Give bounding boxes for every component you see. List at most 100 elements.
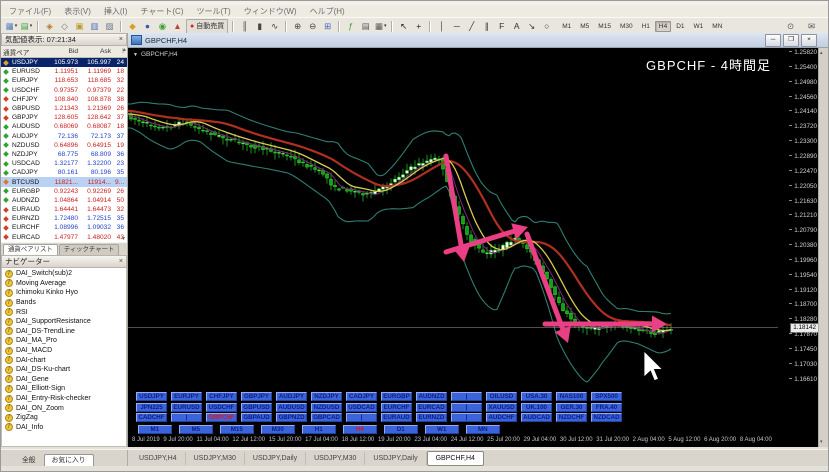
- restore-button[interactable]: ❐: [783, 33, 799, 47]
- price-chart[interactable]: ▼ GBPCHF,H4 GBPCHF - 4時間足 1.18142 1.2582…: [128, 48, 819, 447]
- pair-button[interactable]: AUDCAD: [521, 413, 552, 422]
- pair-button[interactable]: AUDJPY: [276, 392, 307, 401]
- zoom-out-icon[interactable]: ⊖: [306, 20, 319, 33]
- market-watch-row[interactable]: AUDNZD 1.04864 1.04914 50: [1, 196, 127, 205]
- navigator-toggle-icon[interactable]: ●: [141, 20, 154, 33]
- zoom-in-icon[interactable]: ⊕: [291, 20, 304, 33]
- timeframe-button[interactable]: MN: [466, 424, 500, 434]
- pair-button[interactable]: SPX500: [591, 392, 622, 401]
- panel-tab[interactable]: お気に入り: [43, 454, 94, 466]
- market-watch-row[interactable]: CHFJPY 108.840 108.878 38: [1, 95, 127, 104]
- market-watch-row[interactable]: NZDJPY 68.775 68.809 36: [1, 150, 127, 159]
- navigator-item[interactable]: ƒ DAI_Gene: [2, 375, 126, 385]
- toolbar-timeframe-h1[interactable]: H1: [638, 21, 654, 32]
- navigator-item[interactable]: ƒ DAI_SupportResistance: [2, 317, 126, 327]
- pair-button[interactable]: EURCHF: [381, 402, 412, 412]
- navigator-item[interactable]: ƒ DAI_Entry-Risk-checker: [2, 394, 126, 404]
- market-watch-row[interactable]: EURNZD 1.72480 1.72515 35: [1, 214, 127, 223]
- timeframe-button[interactable]: M1: [138, 424, 172, 434]
- toolbar-timeframe-m30[interactable]: M30: [616, 21, 637, 32]
- menu-item[interactable]: ウィンドウ(W): [244, 6, 297, 17]
- market-watch-row[interactable]: EURCHF 1.08996 1.09032 36: [1, 223, 127, 232]
- pair-button[interactable]: NZDCAD: [591, 413, 622, 422]
- market-watch-row[interactable]: NZDUSD 0.64896 0.64915 19: [1, 141, 127, 150]
- navigator-item[interactable]: ƒ DAI_Info: [2, 423, 126, 433]
- panel-tab[interactable]: 全般: [15, 455, 43, 466]
- pair-button[interactable]: AUDCHF: [486, 413, 517, 422]
- pair-button[interactable]: EURAUD: [381, 413, 412, 422]
- market-watch-tab[interactable]: ティックチャート: [58, 244, 120, 255]
- new-chart-icon[interactable]: ▦ ▾: [5, 20, 18, 33]
- navigator-item[interactable]: ƒ Ichimoku Kinko Hyo: [2, 288, 126, 298]
- chart-tab[interactable]: USDJPY,Daily: [365, 451, 427, 465]
- menu-item[interactable]: ファイル(F): [9, 6, 51, 17]
- arrow-tool-icon[interactable]: ↘: [525, 20, 538, 33]
- pair-button[interactable]: CADJPY: [346, 392, 377, 401]
- shapes-tool-icon[interactable]: ○: [540, 20, 553, 33]
- minimize-button[interactable]: ─: [765, 33, 781, 47]
- navigator-item[interactable]: ƒ DAI_ON_Zoom: [2, 403, 126, 413]
- navigator-item[interactable]: ƒ DAI_Switch(sub)2: [2, 269, 126, 279]
- navigator-item[interactable]: ƒ DAI_MA_Pro: [2, 336, 126, 346]
- timeframe-button[interactable]: M15: [220, 424, 254, 434]
- search-icon[interactable]: ⊙: [784, 20, 797, 33]
- market-watch-row[interactable]: AUDUSD 0.68069 0.68087 18: [1, 122, 127, 131]
- scroll-down-icon[interactable]: ▼: [121, 236, 126, 242]
- toolbar-timeframe-d1[interactable]: D1: [672, 21, 688, 32]
- menu-item[interactable]: 挿入(I): [104, 6, 128, 17]
- timeframe-button[interactable]: M5: [179, 424, 213, 434]
- market-watch-row[interactable]: USDCHF 0.97357 0.97379 22: [1, 86, 127, 95]
- pair-button[interactable]: GBPNZD: [276, 413, 307, 422]
- pair-button[interactable]: GBPCAD: [311, 413, 342, 422]
- pair-button[interactable]: NAS100: [556, 392, 587, 401]
- crosshair-tool-icon[interactable]: +: [412, 20, 425, 33]
- close-button[interactable]: ×: [801, 33, 817, 47]
- market-watch-row[interactable]: USDJPY 105.973 105.997 24: [1, 58, 127, 68]
- pair-button[interactable]: GBPJPY: [241, 392, 272, 401]
- pair-button[interactable]: GBPUSD: [241, 402, 272, 412]
- toolbar-timeframe-w1[interactable]: W1: [690, 21, 708, 32]
- market-watch-row[interactable]: EURGBP 0.92243 0.92269 26: [1, 187, 127, 196]
- timeframe-button[interactable]: H4: [343, 424, 377, 434]
- toolbar-timeframe-m1[interactable]: M1: [558, 21, 575, 32]
- pair-button[interactable]: NZDCHF: [556, 413, 587, 422]
- pair-button[interactable]: USA.30: [521, 392, 552, 401]
- trendline-icon[interactable]: ╱: [465, 20, 478, 33]
- pair-button[interactable]: CADCHF: [136, 413, 167, 422]
- pair-button[interactable]: NZDUSD: [311, 402, 342, 412]
- toolbar-timeframe-m5[interactable]: M5: [576, 21, 593, 32]
- chart-tab[interactable]: USDJPY,Daily: [245, 451, 307, 465]
- pair-button[interactable]: JPN225: [136, 402, 167, 412]
- data-window-icon[interactable]: ▨: [103, 20, 116, 33]
- market-watch-row[interactable]: GBPJPY 128.605 128.642 37: [1, 113, 127, 122]
- fibonacci-icon[interactable]: F: [495, 20, 508, 33]
- menu-item[interactable]: 表示(V): [64, 6, 91, 17]
- timeframe-button[interactable]: W1: [425, 424, 459, 434]
- chart-tab[interactable]: USDJPY,M30: [186, 451, 245, 465]
- tile-windows-icon[interactable]: ⊞: [321, 20, 334, 33]
- navigator-item[interactable]: ƒ DAI_Elliott-Sign: [2, 384, 126, 394]
- strategy-tester-icon[interactable]: ▲: [171, 20, 184, 33]
- navigator-item[interactable]: ƒ DAI_DS-Ku-chart: [2, 365, 126, 375]
- close-icon[interactable]: ×: [119, 258, 123, 265]
- navigator-item[interactable]: ƒ DAI_MACD: [2, 346, 126, 356]
- pair-button[interactable]: EURNZD: [416, 413, 447, 422]
- navigator-item[interactable]: ƒ Moving Average: [2, 279, 126, 289]
- pair-button[interactable]: GBPCHF: [206, 413, 237, 422]
- navigator-item[interactable]: ƒ RSI: [2, 307, 126, 317]
- line-chart-icon[interactable]: ∿: [268, 20, 281, 33]
- pair-button[interactable]: XAUUSD: [486, 402, 517, 412]
- vertical-line-icon[interactable]: │: [435, 20, 448, 33]
- timeframe-button[interactable]: M30: [261, 424, 295, 434]
- toolbar-timeframe-m15[interactable]: M15: [594, 21, 615, 32]
- autotrading-button[interactable]: ● 自動売買: [186, 18, 229, 34]
- candlestick-chart-icon[interactable]: ▮: [253, 20, 266, 33]
- bar-chart-icon[interactable]: ║: [238, 20, 251, 33]
- chart-tab[interactable]: GBPCHF,H4: [426, 450, 484, 466]
- text-tool-icon[interactable]: A: [510, 20, 523, 33]
- pair-button[interactable]: USDJPY: [136, 392, 167, 401]
- pair-button[interactable]: EURJPY: [171, 392, 202, 401]
- pair-button[interactable]: OILUSD: [486, 392, 517, 401]
- auto-scroll-icon[interactable]: ◇: [58, 20, 71, 33]
- timeframe-button[interactable]: D1: [384, 424, 418, 434]
